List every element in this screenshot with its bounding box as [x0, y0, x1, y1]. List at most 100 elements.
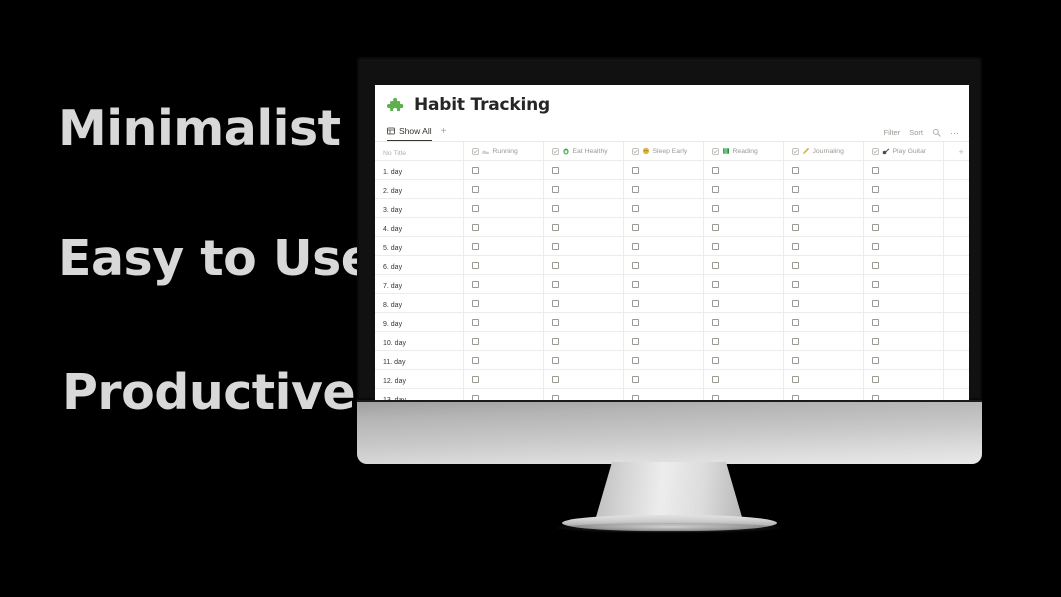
- row-label-cell[interactable]: 8. day: [375, 293, 464, 313]
- checkbox-unchecked-icon[interactable]: [471, 261, 479, 269]
- habit-cell[interactable]: [463, 179, 544, 199]
- checkbox-unchecked-icon[interactable]: [631, 166, 639, 174]
- checkbox-unchecked-icon[interactable]: [871, 185, 879, 193]
- checkbox-unchecked-icon[interactable]: [631, 223, 639, 231]
- table-row[interactable]: 3. day: [375, 198, 969, 218]
- habit-cell[interactable]: [543, 255, 624, 275]
- habit-cell[interactable]: [703, 274, 784, 294]
- row-label-cell[interactable]: 11. day: [375, 350, 464, 370]
- habit-cell[interactable]: [463, 369, 544, 389]
- checkbox-unchecked-icon[interactable]: [471, 185, 479, 193]
- checkbox-unchecked-icon[interactable]: [631, 185, 639, 193]
- checkbox-unchecked-icon[interactable]: [631, 261, 639, 269]
- habit-cell[interactable]: [783, 160, 864, 180]
- habit-cell[interactable]: [863, 388, 944, 400]
- checkbox-unchecked-icon[interactable]: [471, 337, 479, 345]
- checkbox-unchecked-icon[interactable]: [711, 337, 719, 345]
- habit-cell[interactable]: [863, 255, 944, 275]
- habit-cell[interactable]: [783, 369, 864, 389]
- habit-cell[interactable]: [623, 236, 704, 256]
- search-icon[interactable]: [932, 128, 941, 137]
- habit-cell[interactable]: [703, 369, 784, 389]
- tab-show-all[interactable]: Show All: [387, 126, 432, 141]
- habit-cell[interactable]: [543, 274, 624, 294]
- row-label-cell[interactable]: 6. day: [375, 255, 464, 275]
- habit-cell[interactable]: [863, 236, 944, 256]
- checkbox-unchecked-icon[interactable]: [711, 185, 719, 193]
- checkbox-unchecked-icon[interactable]: [631, 299, 639, 307]
- habit-cell[interactable]: [783, 388, 864, 400]
- habit-cell[interactable]: [623, 388, 704, 400]
- add-column-button[interactable]: +: [943, 142, 969, 161]
- checkbox-unchecked-icon[interactable]: [631, 356, 639, 364]
- checkbox-unchecked-icon[interactable]: [711, 280, 719, 288]
- more-options-button[interactable]: ···: [950, 128, 959, 137]
- checkbox-unchecked-icon[interactable]: [551, 204, 559, 212]
- habit-cell[interactable]: [703, 160, 784, 180]
- habit-cell[interactable]: [703, 198, 784, 218]
- checkbox-unchecked-icon[interactable]: [871, 280, 879, 288]
- row-label-cell[interactable]: 12. day: [375, 369, 464, 389]
- habit-cell[interactable]: [863, 293, 944, 313]
- habit-cell[interactable]: [703, 255, 784, 275]
- column-header-eat-healthy[interactable]: Eat Healthy: [543, 142, 624, 161]
- checkbox-unchecked-icon[interactable]: [871, 261, 879, 269]
- row-label-cell[interactable]: 2. day: [375, 179, 464, 199]
- habit-cell[interactable]: [463, 198, 544, 218]
- table-row[interactable]: 5. day: [375, 236, 969, 256]
- habit-cell[interactable]: [623, 293, 704, 313]
- row-label-cell[interactable]: 3. day: [375, 198, 464, 218]
- habit-cell[interactable]: [543, 331, 624, 351]
- habit-cell[interactable]: [543, 217, 624, 237]
- checkbox-unchecked-icon[interactable]: [551, 166, 559, 174]
- checkbox-unchecked-icon[interactable]: [711, 223, 719, 231]
- habit-cell[interactable]: [623, 274, 704, 294]
- habit-cell[interactable]: [863, 179, 944, 199]
- checkbox-unchecked-icon[interactable]: [791, 280, 799, 288]
- checkbox-unchecked-icon[interactable]: [871, 166, 879, 174]
- habit-cell[interactable]: [623, 369, 704, 389]
- habit-cell[interactable]: [783, 331, 864, 351]
- table-row[interactable]: 11. day: [375, 350, 969, 370]
- checkbox-unchecked-icon[interactable]: [631, 337, 639, 345]
- checkbox-unchecked-icon[interactable]: [551, 375, 559, 383]
- habit-cell[interactable]: [463, 331, 544, 351]
- habit-cell[interactable]: [623, 312, 704, 332]
- checkbox-unchecked-icon[interactable]: [711, 356, 719, 364]
- habit-cell[interactable]: [623, 350, 704, 370]
- habit-cell[interactable]: [543, 369, 624, 389]
- habit-cell[interactable]: [463, 312, 544, 332]
- checkbox-unchecked-icon[interactable]: [791, 166, 799, 174]
- checkbox-unchecked-icon[interactable]: [631, 204, 639, 212]
- checkbox-unchecked-icon[interactable]: [871, 356, 879, 364]
- habit-cell[interactable]: [543, 350, 624, 370]
- filter-button[interactable]: Filter: [884, 128, 901, 137]
- checkbox-unchecked-icon[interactable]: [871, 223, 879, 231]
- checkbox-unchecked-icon[interactable]: [871, 375, 879, 383]
- habit-cell[interactable]: [863, 160, 944, 180]
- table-row[interactable]: 10. day: [375, 331, 969, 351]
- table-row[interactable]: 13. day: [375, 388, 969, 400]
- habit-cell[interactable]: [543, 236, 624, 256]
- habit-cell[interactable]: [703, 350, 784, 370]
- checkbox-unchecked-icon[interactable]: [551, 318, 559, 326]
- habit-cell[interactable]: [783, 312, 864, 332]
- checkbox-unchecked-icon[interactable]: [871, 318, 879, 326]
- habit-cell[interactable]: [783, 274, 864, 294]
- habit-cell[interactable]: [463, 236, 544, 256]
- habit-cell[interactable]: [703, 312, 784, 332]
- checkbox-unchecked-icon[interactable]: [791, 223, 799, 231]
- habit-cell[interactable]: [463, 274, 544, 294]
- habit-cell[interactable]: [543, 312, 624, 332]
- row-label-cell[interactable]: 5. day: [375, 236, 464, 256]
- habit-cell[interactable]: [863, 198, 944, 218]
- habit-cell[interactable]: [463, 350, 544, 370]
- habit-cell[interactable]: [463, 217, 544, 237]
- checkbox-unchecked-icon[interactable]: [471, 356, 479, 364]
- checkbox-unchecked-icon[interactable]: [471, 318, 479, 326]
- checkbox-unchecked-icon[interactable]: [871, 242, 879, 250]
- habit-cell[interactable]: [463, 160, 544, 180]
- checkbox-unchecked-icon[interactable]: [471, 280, 479, 288]
- habit-cell[interactable]: [463, 255, 544, 275]
- habit-cell[interactable]: [783, 293, 864, 313]
